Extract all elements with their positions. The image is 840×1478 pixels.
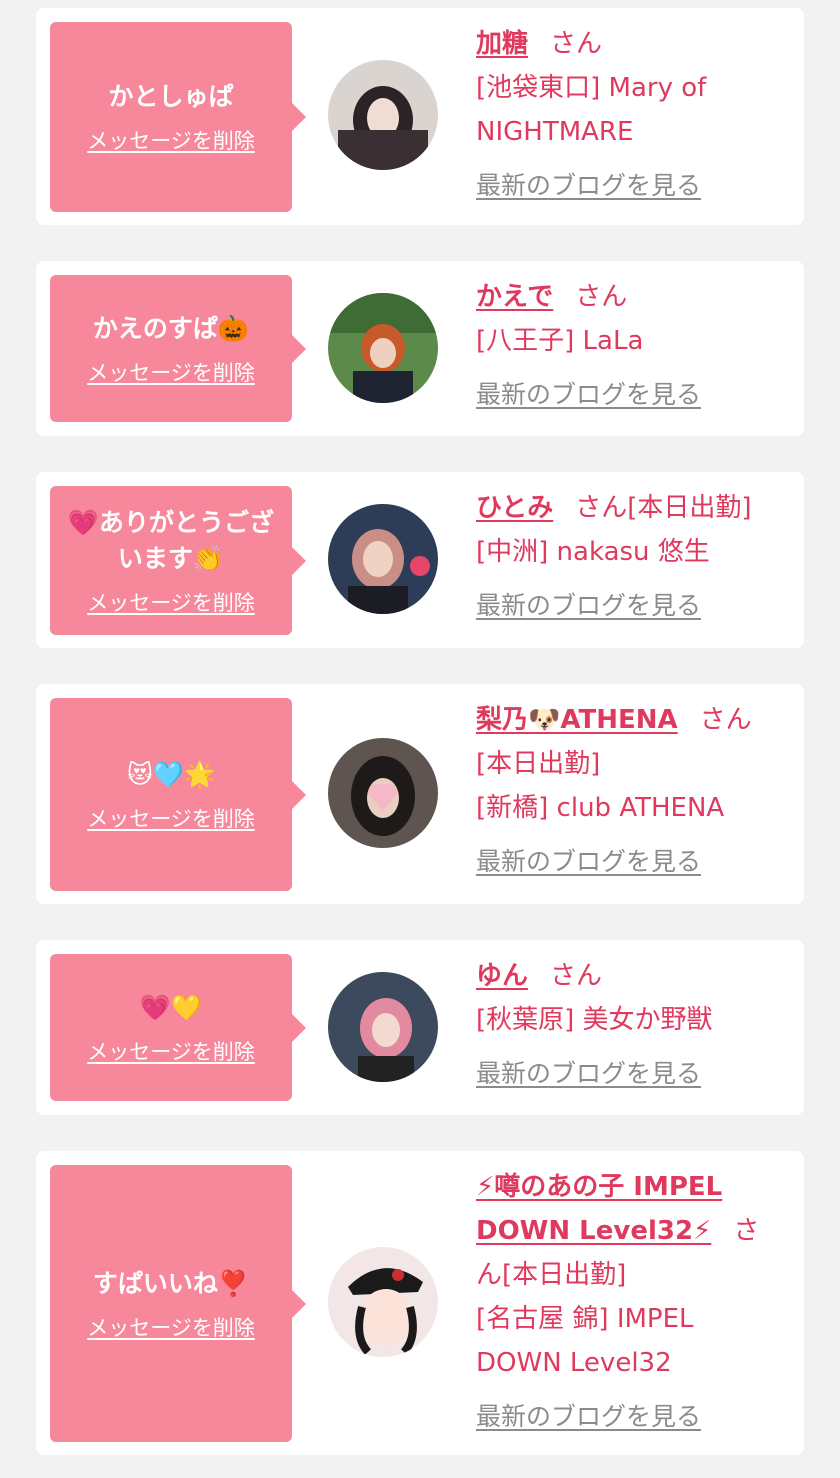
cast-name-link[interactable]: ひとみ xyxy=(476,493,553,523)
honorific: さん xyxy=(550,961,603,991)
cast-name-link[interactable]: 加糖 xyxy=(476,29,528,59)
avatar[interactable] xyxy=(328,504,438,614)
delete-message-link[interactable]: メッセージを削除 xyxy=(87,357,255,387)
avatar[interactable] xyxy=(328,972,438,1082)
today-status: [本日出勤] xyxy=(502,1260,627,1290)
message-bubble: 😻🩵🌟 メッセージを削除 xyxy=(50,698,306,891)
shop-location: [新橋] club ATHENA xyxy=(476,793,725,823)
message-text: かとしゅぱ xyxy=(108,82,234,111)
cast-info: かえで さん [八王子] LaLa 最新のブログを見る xyxy=(476,275,780,417)
avatar[interactable] xyxy=(328,1247,438,1357)
message-bubble: すぱいいね❣️ メッセージを削除 xyxy=(50,1165,306,1442)
favorite-card: かえのすぱ🎃 メッセージを削除 かえで さん [八王子] LaLa 最新のブログを… xyxy=(36,261,804,436)
avatar[interactable] xyxy=(328,60,438,170)
honorific: さん xyxy=(550,29,603,59)
honorific: さん xyxy=(699,705,752,735)
today-status: [本日出勤] xyxy=(627,493,752,523)
favorite-card: 💗💛 メッセージを削除 ゆん さん [秋葉原] 美女か野獣 最新のブログを見る xyxy=(36,940,804,1115)
cast-name-link[interactable]: 梨乃🐶ATHENA xyxy=(476,705,678,735)
message-text: すぱいいね❣️ xyxy=(92,1268,250,1298)
message-text: 😻🩵🌟 xyxy=(126,759,216,789)
cast-name-link[interactable]: ⚡噂のあの子 IMPEL DOWN Level32⚡ xyxy=(476,1172,722,1246)
cast-name-link[interactable]: ゆん xyxy=(476,961,528,991)
favorites-list: かとしゅぱ メッセージを削除 加糖 さん [池袋東口] Mary of NIGHT… xyxy=(0,0,840,1478)
favorite-card: すぱいいね❣️ メッセージを削除 ⚡噂のあの子 IMPEL DOWN Level… xyxy=(36,1151,804,1455)
cast-info: ⚡噂のあの子 IMPEL DOWN Level32⚡ さん[本日出勤] [名古屋 … xyxy=(476,1165,780,1439)
honorific: さん xyxy=(575,493,628,523)
delete-message-link[interactable]: メッセージを削除 xyxy=(87,803,255,833)
message-bubble: かとしゅぱ メッセージを削除 xyxy=(50,22,306,212)
latest-blog-link[interactable]: 最新のブログを見る xyxy=(476,373,701,417)
message-bubble: 💗💛 メッセージを削除 xyxy=(50,954,306,1101)
latest-blog-link[interactable]: 最新のブログを見る xyxy=(476,584,701,628)
cast-info: 加糖 さん [池袋東口] Mary of NIGHTMARE 最新のブログを見る xyxy=(476,22,780,208)
latest-blog-link[interactable]: 最新のブログを見る xyxy=(476,840,701,884)
shop-location: [中洲] nakasu 悠生 xyxy=(476,537,710,567)
latest-blog-link[interactable]: 最新のブログを見る xyxy=(476,1052,701,1096)
shop-location: [名古屋 錦] IMPEL DOWN Level32 xyxy=(476,1304,694,1378)
delete-message-link[interactable]: メッセージを削除 xyxy=(87,587,255,617)
favorite-card: かとしゅぱ メッセージを削除 加糖 さん [池袋東口] Mary of NIGHT… xyxy=(36,8,804,225)
cast-info: ひとみ さん[本日出勤] [中洲] nakasu 悠生 最新のブログを見る xyxy=(476,486,780,628)
latest-blog-link[interactable]: 最新のブログを見る xyxy=(476,164,701,208)
shop-location: [秋葉原] 美女か野獣 xyxy=(476,1005,713,1035)
message-text: 💗💛 xyxy=(139,992,203,1022)
avatar[interactable] xyxy=(328,738,438,848)
shop-location: [池袋東口] Mary of NIGHTMARE xyxy=(476,73,707,147)
delete-message-link[interactable]: メッセージを削除 xyxy=(87,1312,255,1342)
latest-blog-link[interactable]: 最新のブログを見る xyxy=(476,1395,701,1439)
delete-message-link[interactable]: メッセージを削除 xyxy=(87,1036,255,1066)
favorite-card: 💗ありがとうございます👏 メッセージを削除 ひとみ さん[本日出勤] [中洲] n… xyxy=(36,472,804,648)
message-bubble: 💗ありがとうございます👏 メッセージを削除 xyxy=(50,486,306,635)
avatar[interactable] xyxy=(328,293,438,403)
cast-name-link[interactable]: かえで xyxy=(476,282,553,312)
message-text: かえのすぱ🎃 xyxy=(92,313,250,343)
message-bubble: かえのすぱ🎃 メッセージを削除 xyxy=(50,275,306,422)
delete-message-link[interactable]: メッセージを削除 xyxy=(87,125,255,155)
message-text: 💗ありがとうございます👏 xyxy=(67,507,275,573)
today-status: [本日出勤] xyxy=(476,749,601,779)
honorific: さん xyxy=(575,282,628,312)
cast-info: ゆん さん [秋葉原] 美女か野獣 最新のブログを見る xyxy=(476,954,780,1096)
shop-location: [八王子] LaLa xyxy=(476,326,644,356)
cast-info: 梨乃🐶ATHENA さん [本日出勤] [新橋] club ATHENA 最新のブ… xyxy=(476,698,780,884)
favorite-card: 😻🩵🌟 メッセージを削除 梨乃🐶ATHENA さん [本日出勤] [新橋] clu… xyxy=(36,684,804,904)
